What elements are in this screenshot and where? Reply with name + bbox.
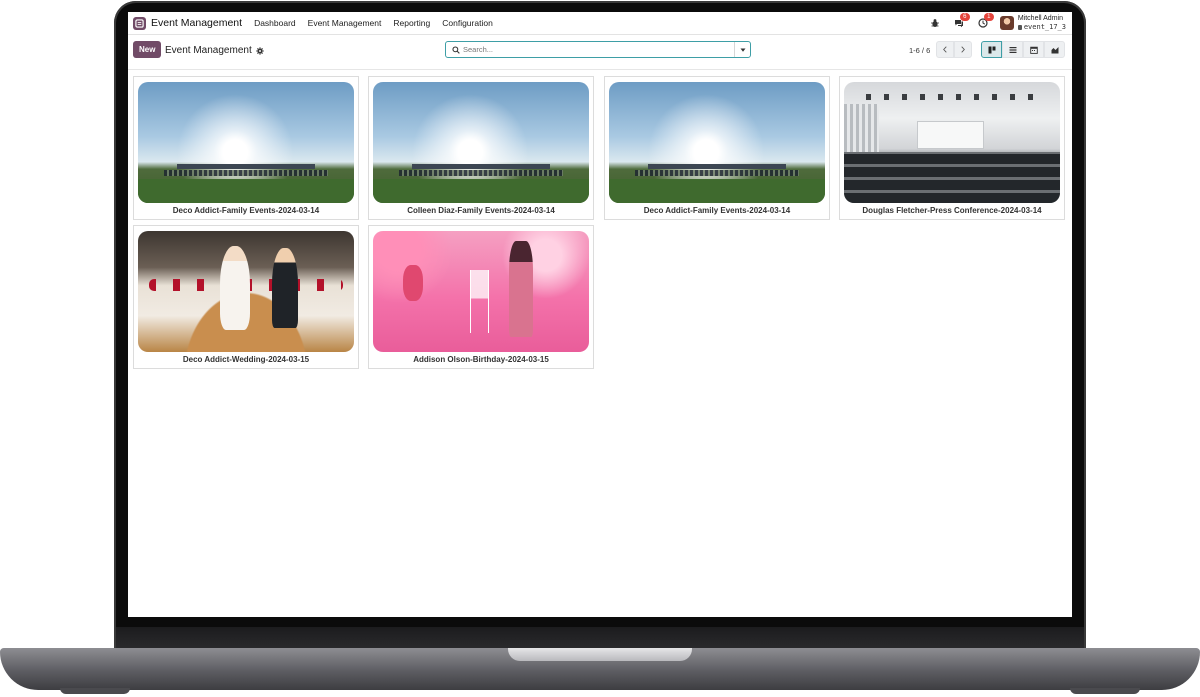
menu-event-management[interactable]: Event Management	[308, 18, 382, 28]
menu-reporting[interactable]: Reporting	[393, 18, 430, 28]
menu-configuration[interactable]: Configuration	[442, 18, 493, 28]
apps-menu-icon[interactable]	[133, 16, 146, 30]
view-calendar-button[interactable]	[1023, 41, 1044, 58]
menu-dashboard[interactable]: Dashboard	[254, 18, 296, 28]
kanban-card[interactable]: Addison Olson-Birthday-2024-03-15	[368, 225, 594, 369]
search-bar	[445, 41, 751, 58]
event-image	[373, 82, 589, 203]
activity-badge: 1	[983, 13, 994, 21]
database-icon	[1017, 25, 1022, 30]
user-avatar[interactable]	[999, 16, 1014, 30]
new-button[interactable]: New	[133, 41, 161, 58]
kanban-card[interactable]: Deco Addict-Wedding-2024-03-15	[133, 225, 359, 369]
view-kanban-button[interactable]	[981, 41, 1002, 58]
database-label: event_17_3	[1023, 23, 1066, 31]
systray: 6 1 Mitchell Admin event_17_3	[928, 13, 1072, 31]
card-title: Deco Addict-Family Events-2024-03-14	[643, 206, 791, 215]
event-image	[844, 82, 1060, 203]
messages-icon[interactable]: 6	[952, 13, 970, 30]
event-image	[373, 231, 589, 352]
calendar-icon	[1029, 46, 1038, 54]
kanban-card[interactable]: Deco Addict-Family Events-2024-03-14	[604, 76, 830, 220]
messages-badge: 6	[959, 13, 970, 21]
kanban-card[interactable]: Colleen Diaz-Family Events-2024-03-14	[368, 76, 594, 220]
breadcrumb: Event Management	[165, 45, 264, 56]
control-panel: New Event Management 1-6 / 6	[128, 35, 1072, 70]
view-graph-button[interactable]	[1044, 41, 1065, 58]
search-icon	[452, 45, 460, 54]
search-options-toggle[interactable]	[734, 42, 750, 57]
breadcrumb-current: Event Management	[165, 45, 252, 56]
event-image	[609, 82, 825, 203]
event-image	[138, 231, 354, 352]
pager-next-button[interactable]	[954, 41, 972, 58]
database-name: event_17_3	[1017, 23, 1066, 31]
caret-down-icon	[740, 48, 745, 52]
kanban-view: Deco Addict-Family Events-2024-03-14 Col…	[128, 70, 1072, 617]
kanban-card[interactable]: Douglas Fletcher-Press Conference-2024-0…	[839, 76, 1065, 220]
card-title: Deco Addict-Wedding-2024-03-15	[182, 355, 310, 364]
card-title: Deco Addict-Family Events-2024-03-14	[172, 206, 320, 215]
laptop-notch	[508, 648, 692, 661]
card-title: Addison Olson-Birthday-2024-03-15	[413, 355, 549, 364]
bug-icon[interactable]	[928, 16, 942, 30]
search-input[interactable]	[463, 45, 733, 54]
laptop-chin	[116, 627, 1084, 649]
area-chart-icon	[1051, 46, 1058, 53]
top-navbar: Event Management Dashboard Event Managem…	[128, 12, 1072, 35]
pager-value[interactable]: 1-6 / 6	[909, 46, 930, 55]
gear-icon[interactable]	[256, 46, 264, 55]
user-menu[interactable]: Mitchell Admin event_17_3	[1017, 15, 1066, 31]
activity-clock-icon[interactable]: 1	[976, 13, 994, 30]
laptop-foot-right	[1070, 688, 1140, 694]
app-name[interactable]: Event Management	[151, 17, 242, 29]
card-title: Douglas Fletcher-Press Conference-2024-0…	[862, 206, 1042, 215]
list-view-icon	[1009, 46, 1016, 53]
laptop-foot-left	[60, 688, 130, 694]
chevron-right-icon	[961, 46, 965, 53]
app-screen: Event Management Dashboard Event Managem…	[128, 12, 1072, 617]
chevron-left-icon	[943, 46, 947, 53]
user-name: Mitchell Admin	[1017, 15, 1063, 22]
event-image	[138, 82, 354, 203]
kanban-view-icon	[988, 46, 995, 53]
kanban-card[interactable]: Deco Addict-Family Events-2024-03-14	[133, 76, 359, 220]
card-title: Colleen Diaz-Family Events-2024-03-14	[407, 206, 555, 215]
pager-previous-button[interactable]	[936, 41, 954, 58]
view-list-button[interactable]	[1002, 41, 1023, 58]
